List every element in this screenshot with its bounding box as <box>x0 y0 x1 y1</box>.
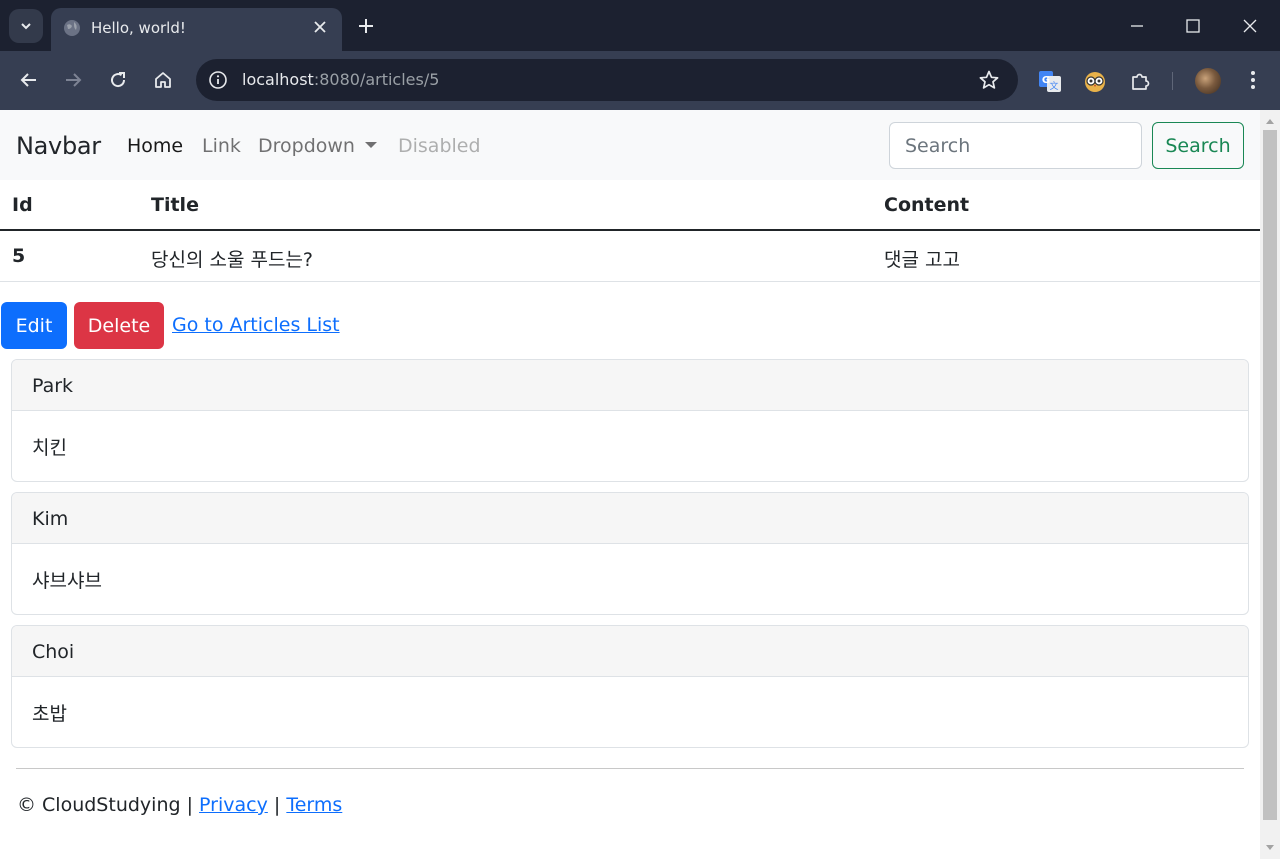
three-dots-icon <box>1251 71 1255 89</box>
browser-tab[interactable]: Hello, world! <box>51 8 342 51</box>
reload-button[interactable] <box>106 68 130 92</box>
page-scrollbar[interactable] <box>1260 110 1280 859</box>
url-text[interactable]: localhost:8080/articles/5 <box>242 70 439 89</box>
nav-link-home[interactable]: Home <box>127 135 183 157</box>
footer-divider <box>16 768 1244 769</box>
articles-list-link[interactable]: Go to Articles List <box>172 314 340 336</box>
owl-extension[interactable] <box>1082 68 1108 94</box>
table-header-title: Title <box>151 194 199 216</box>
forward-button[interactable] <box>61 68 85 92</box>
footer-separator: | <box>273 794 281 816</box>
comment-card: Kim 샤브샤브 <box>11 492 1249 615</box>
extensions-button[interactable] <box>1128 68 1154 94</box>
avatar[interactable] <box>1195 68 1221 94</box>
table-header-content: Content <box>884 194 970 216</box>
nav-dropdown[interactable]: Dropdown <box>258 135 377 157</box>
browser-tab-bar: Hello, world! <box>0 0 1280 51</box>
star-icon[interactable] <box>978 69 1000 91</box>
caret-down-icon <box>364 141 377 148</box>
arrow-right-icon <box>66 73 82 87</box>
browser-menu-button[interactable] <box>1241 68 1265 92</box>
nav-link-disabled: Disabled <box>398 135 481 157</box>
table-header-row: Id Title Content <box>0 180 1260 231</box>
edit-button[interactable]: Edit <box>1 302 67 349</box>
terms-link[interactable]: Terms <box>286 794 342 816</box>
owl-icon <box>1085 72 1105 92</box>
puzzle-icon <box>1132 73 1150 90</box>
article-table: Id Title Content 5 당신의 소울 푸드는? 댓글 고고 <box>0 180 1260 282</box>
comment-nickname: Choi <box>12 626 1248 677</box>
comment-body: 치킨 <box>32 437 67 459</box>
info-icon[interactable] <box>208 70 228 90</box>
search-input[interactable] <box>889 122 1142 169</box>
window-close-button[interactable] <box>1238 14 1262 38</box>
comment-body: 초밥 <box>32 703 67 725</box>
table-header-id: Id <box>12 194 33 216</box>
arrow-left-icon <box>20 73 36 87</box>
maximize-icon <box>1186 19 1200 33</box>
page-viewport: Navbar Home Link Dropdown Disabled Searc… <box>0 110 1260 859</box>
triangle-down-icon <box>1266 845 1274 850</box>
scroll-down-arrow[interactable] <box>1260 841 1280 855</box>
close-icon[interactable] <box>312 19 328 35</box>
minimize-icon <box>1131 25 1143 27</box>
url-host: localhost <box>242 70 314 89</box>
comment-body: 샤브샤브 <box>32 570 102 592</box>
navbar-brand[interactable]: Navbar <box>16 132 101 160</box>
toolbar-divider <box>1172 72 1173 90</box>
maximize-button[interactable] <box>1181 14 1205 38</box>
plus-icon[interactable] <box>356 16 376 36</box>
article-actions: Edit Delete Go to Articles List <box>0 302 600 349</box>
scrollbar-thumb[interactable] <box>1263 130 1277 820</box>
footer-copyright: © CloudStudying | <box>17 794 193 816</box>
comment-card: Choi 초밥 <box>11 625 1249 748</box>
minimize-button[interactable] <box>1125 14 1149 38</box>
delete-button[interactable]: Delete <box>74 302 164 349</box>
globe-icon <box>64 20 80 36</box>
table-row: 5 당신의 소울 푸드는? 댓글 고고 <box>0 231 1260 282</box>
footer: © CloudStudying | Privacy | Terms <box>17 794 342 816</box>
home-button[interactable] <box>151 68 175 92</box>
reload-icon <box>111 72 126 88</box>
home-icon <box>155 72 171 88</box>
tab-list-button[interactable] <box>9 9 43 43</box>
article-title: 당신의 소울 푸드는? <box>151 249 314 271</box>
address-bar[interactable]: localhost:8080/articles/5 <box>196 59 1018 101</box>
chevron-down-icon <box>21 23 31 30</box>
back-button[interactable] <box>17 68 41 92</box>
browser-toolbar: localhost:8080/articles/5 G文 <box>0 51 1280 110</box>
comment-card: Park 치킨 <box>11 359 1249 482</box>
navbar: Navbar Home Link Dropdown Disabled Searc… <box>0 110 1260 180</box>
article-id: 5 <box>12 245 26 267</box>
translate-icon: G文 <box>1039 71 1061 92</box>
url-path: :8080/articles/5 <box>313 70 440 89</box>
svg-text:文: 文 <box>1049 80 1058 92</box>
close-icon <box>1243 19 1257 33</box>
translate-extension[interactable]: G文 <box>1037 68 1063 94</box>
scroll-up-arrow[interactable] <box>1260 114 1280 128</box>
tab-title: Hello, world! <box>91 19 186 37</box>
comment-nickname: Kim <box>12 493 1248 544</box>
nav-dropdown-label: Dropdown <box>258 135 355 157</box>
privacy-link[interactable]: Privacy <box>199 794 268 816</box>
triangle-up-icon <box>1266 119 1274 124</box>
nav-link-link[interactable]: Link <box>202 135 241 157</box>
search-button[interactable]: Search <box>1152 122 1244 169</box>
article-content: 댓글 고고 <box>884 249 960 271</box>
comment-nickname: Park <box>12 360 1248 411</box>
